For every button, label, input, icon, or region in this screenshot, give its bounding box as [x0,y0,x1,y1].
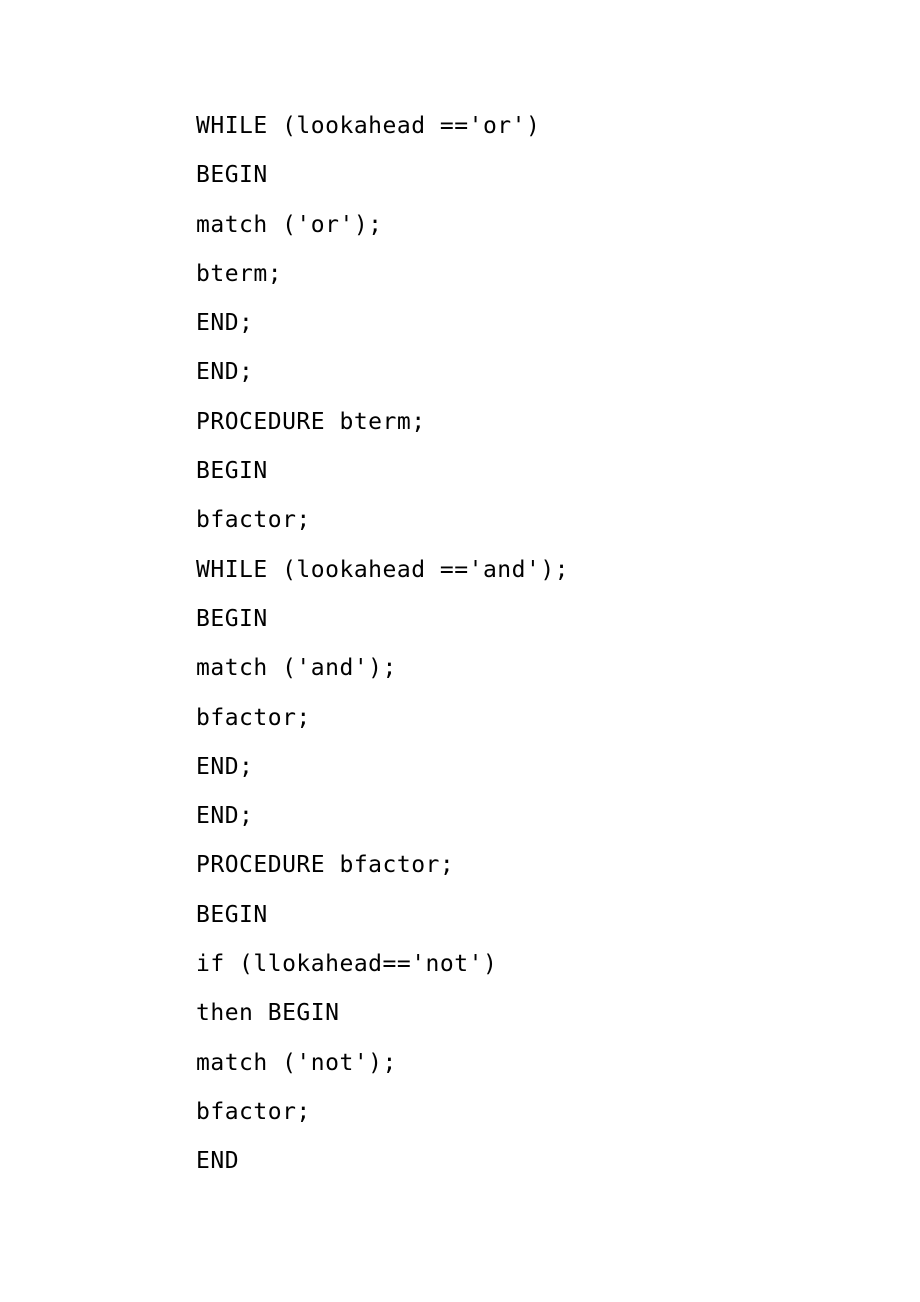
code-line: WHILE (lookahead =='and'); [196,559,920,582]
code-line: then BEGIN [196,1002,920,1025]
code-line: bfactor; [196,509,920,532]
code-block: WHILE (lookahead =='or') BEGIN match ('o… [196,115,920,1173]
code-line: BEGIN [196,608,920,631]
code-line: END [196,1150,920,1173]
code-line: PROCEDURE bterm; [196,411,920,434]
code-line: bfactor; [196,707,920,730]
code-line: match ('and'); [196,657,920,680]
code-line: bterm; [196,263,920,286]
code-line: END; [196,312,920,335]
code-line: if (llokahead=='not') [196,953,920,976]
code-line: BEGIN [196,904,920,927]
code-line: bfactor; [196,1101,920,1124]
code-line: END; [196,361,920,384]
code-line: WHILE (lookahead =='or') [196,115,920,138]
code-line: BEGIN [196,460,920,483]
code-line: BEGIN [196,164,920,187]
code-line: match ('or'); [196,214,920,237]
code-line: PROCEDURE bfactor; [196,854,920,877]
code-line: END; [196,756,920,779]
code-line: END; [196,805,920,828]
code-line: match ('not'); [196,1052,920,1075]
